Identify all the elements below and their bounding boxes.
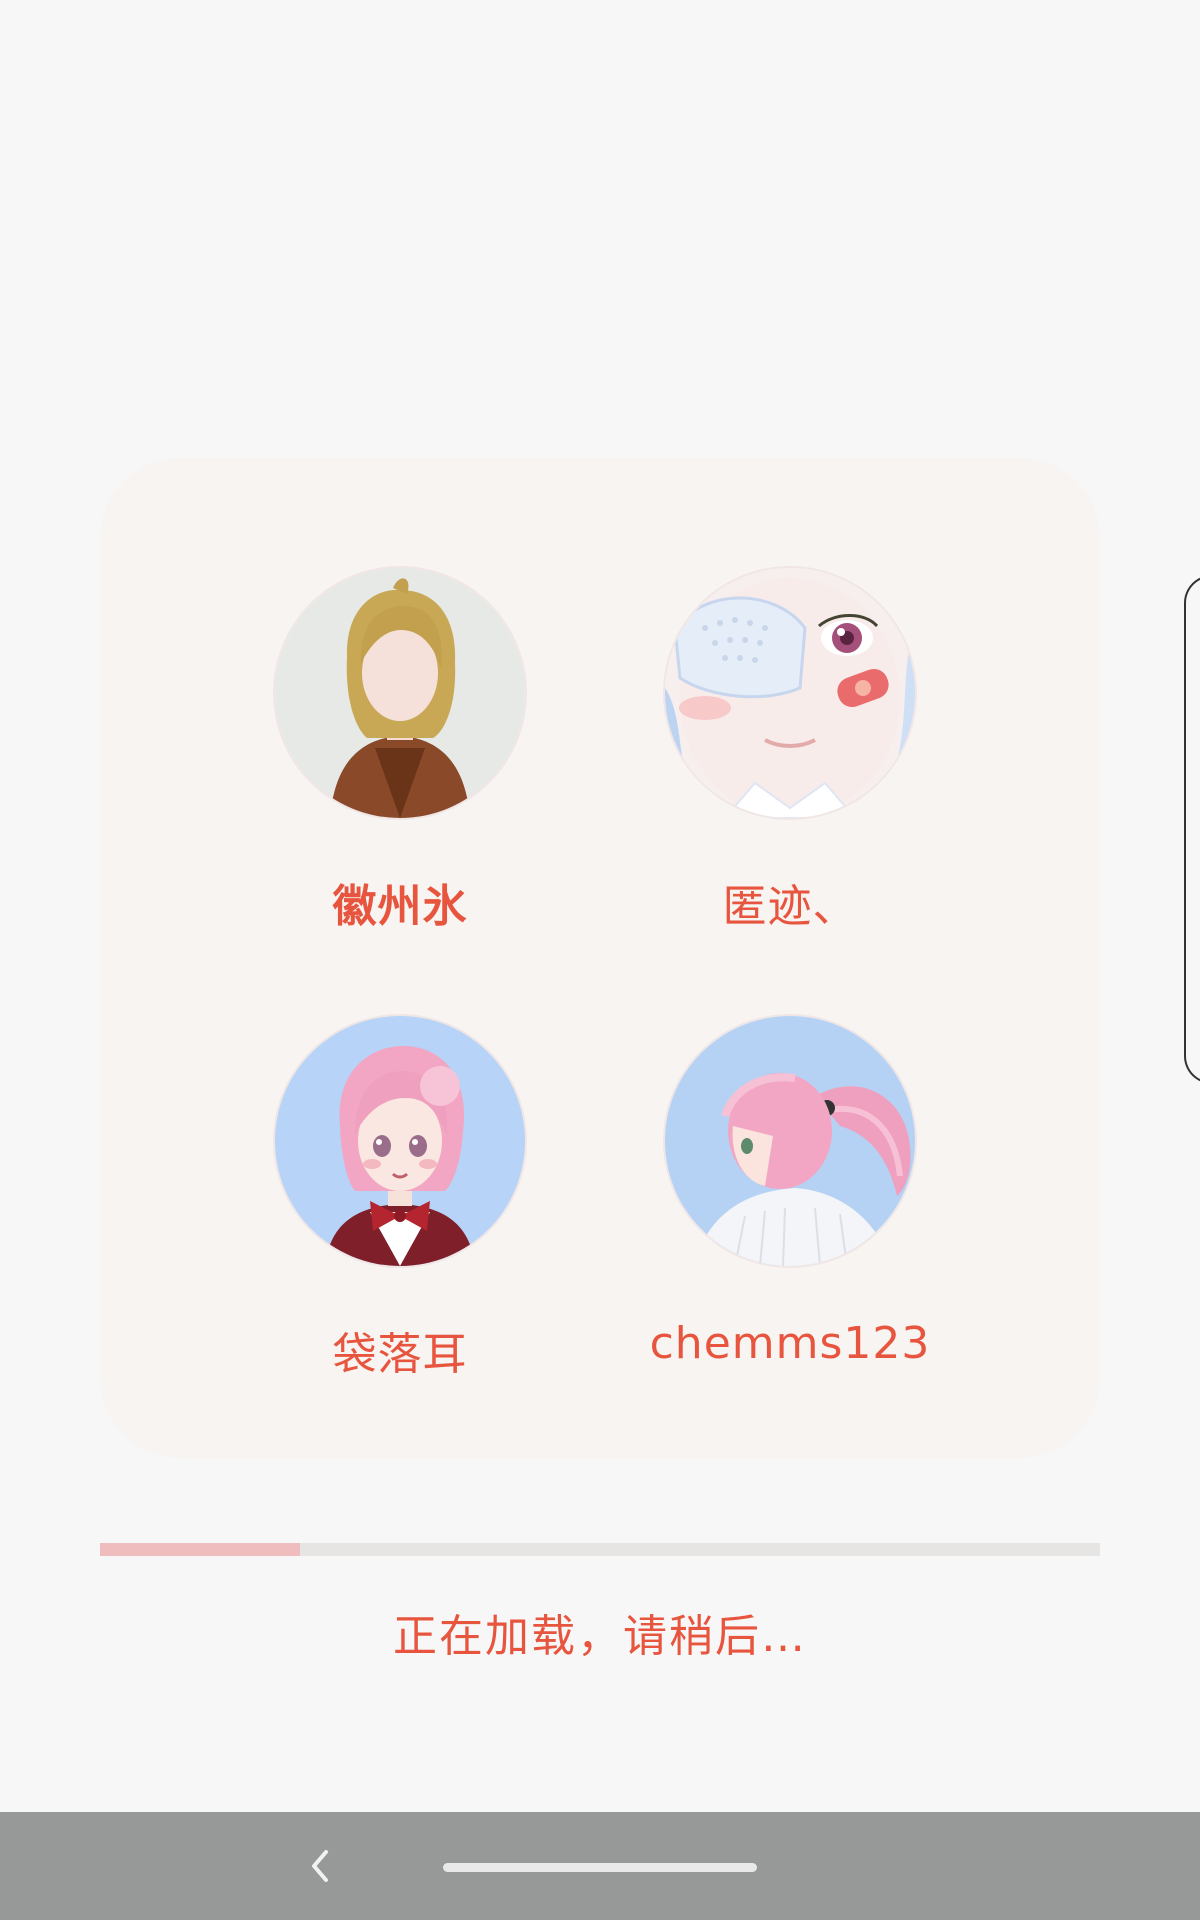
username-label: chemms123 (649, 1318, 931, 1369)
user-tile-4[interactable]: chemms123 (590, 906, 990, 1369)
edge-panel-handle[interactable] (1184, 575, 1200, 1084)
avatar-blonde-girl-icon[interactable] (275, 568, 525, 818)
loading-status-text: 正在加载，请稍后… (393, 1611, 807, 1662)
user-tile-2[interactable]: 匿迹、 (590, 458, 990, 932)
system-navigation-bar (0, 1812, 1200, 1920)
home-bar-icon[interactable] (443, 1863, 757, 1872)
user-tile-3[interactable]: 袋落耳 (200, 906, 600, 1380)
account-card: 徽州氷 匿迹、 袋落耳 chemms123 (100, 458, 1100, 1458)
loading-progress-fill (100, 1543, 300, 1556)
avatar-pink-ponytail-icon[interactable] (665, 1016, 915, 1266)
user-tile-1[interactable]: 徽州氷 (200, 458, 600, 932)
username-label: 袋落耳 (332, 1329, 468, 1380)
avatar-pink-hair-icon[interactable] (275, 1016, 525, 1266)
loading-progress-bar (100, 1543, 1100, 1556)
avatar-eyepatch-icon[interactable] (665, 568, 915, 818)
chevron-left-icon[interactable] (300, 1836, 340, 1896)
account-select-screen: 徽州氷 匿迹、 袋落耳 chemms123 正在加载，请稍后… (0, 0, 1200, 1920)
